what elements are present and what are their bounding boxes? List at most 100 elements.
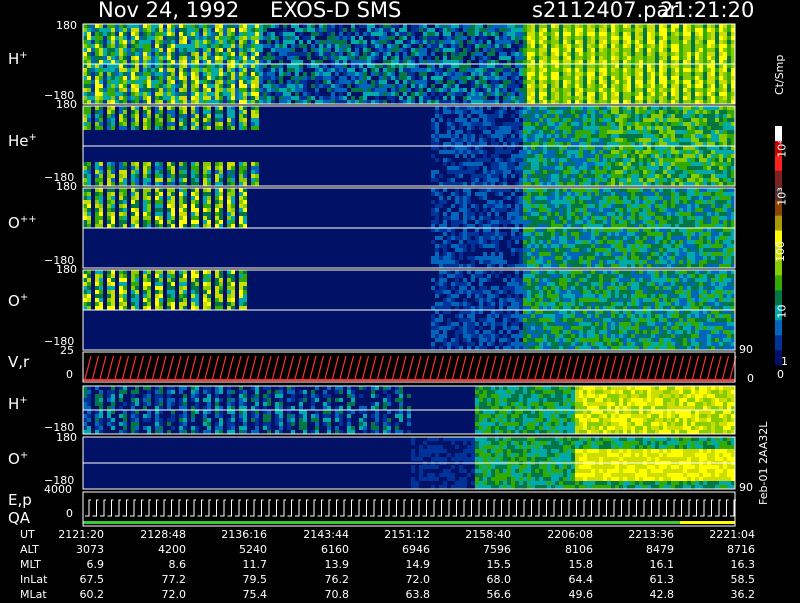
count-cell	[639, 110, 643, 114]
count-cell	[335, 44, 339, 48]
count-cell	[671, 40, 675, 44]
count-cell	[611, 138, 615, 142]
count-cell	[559, 24, 563, 28]
count-cell	[583, 44, 587, 48]
count-cell	[547, 182, 551, 186]
count-cell	[699, 92, 703, 96]
count-cell	[339, 100, 343, 104]
count-cell	[219, 68, 223, 72]
count-cell	[143, 166, 147, 170]
count-cell	[527, 154, 531, 158]
count-cell	[231, 220, 235, 224]
count-cell	[535, 138, 539, 142]
count-cell	[687, 154, 691, 158]
count-cell	[683, 126, 687, 130]
count-cell	[219, 100, 223, 104]
count-cell	[711, 118, 715, 122]
count-cell	[587, 76, 591, 80]
count-cell	[451, 44, 455, 48]
count-cell	[667, 84, 671, 88]
count-cell	[703, 96, 707, 100]
count-cell	[695, 84, 699, 88]
count-cell	[599, 80, 603, 84]
count-cell	[87, 122, 91, 126]
count-cell	[559, 178, 563, 182]
count-cell	[619, 92, 623, 96]
count-cell	[551, 170, 555, 174]
count-cell	[699, 24, 703, 28]
count-cell	[639, 106, 643, 110]
count-cell	[511, 158, 515, 162]
count-cell	[83, 166, 87, 170]
count-cell	[615, 114, 619, 118]
count-cell	[615, 28, 619, 32]
count-cell	[339, 96, 343, 100]
count-cell	[231, 110, 235, 114]
count-cell	[383, 64, 387, 68]
count-cell	[467, 68, 471, 72]
count-cell	[627, 32, 631, 36]
count-cell	[219, 170, 223, 174]
count-cell	[379, 24, 383, 28]
count-cell	[251, 52, 255, 56]
count-cell	[711, 36, 715, 40]
count-cell	[727, 138, 731, 142]
count-cell	[427, 44, 431, 48]
count-cell	[639, 130, 643, 134]
count-cell	[155, 32, 159, 36]
count-cell	[551, 166, 555, 170]
count-cell	[587, 118, 591, 122]
count-cell	[179, 36, 183, 40]
count-cell	[163, 60, 167, 64]
count-cell	[703, 138, 707, 142]
count-cell	[435, 126, 439, 130]
count-cell	[671, 134, 675, 138]
count-cell	[527, 96, 531, 100]
count-cell	[451, 170, 455, 174]
count-cell	[179, 162, 183, 166]
count-cell	[379, 72, 383, 76]
count-cell	[503, 44, 507, 48]
count-cell	[179, 204, 183, 208]
count-cell	[671, 182, 675, 186]
count-cell	[463, 76, 467, 80]
count-cell	[603, 32, 607, 36]
count-cell	[551, 24, 555, 28]
count-cell	[91, 80, 95, 84]
count-cell	[235, 96, 239, 100]
count-cell	[199, 32, 203, 36]
count-cell	[475, 142, 479, 146]
count-cell	[207, 76, 211, 80]
count-cell	[703, 48, 707, 52]
count-cell	[195, 170, 199, 174]
count-cell	[323, 96, 327, 100]
count-cell	[251, 162, 255, 166]
count-cell	[431, 212, 435, 216]
count-cell	[683, 84, 687, 88]
count-cell	[631, 72, 635, 76]
count-cell	[171, 178, 175, 182]
count-cell	[559, 118, 563, 122]
count-cell	[163, 68, 167, 72]
count-cell	[687, 36, 691, 40]
count-cell	[239, 118, 243, 122]
count-cell	[279, 76, 283, 80]
count-cell	[483, 68, 487, 72]
count-cell	[255, 44, 259, 48]
count-cell	[323, 52, 327, 56]
count-cell	[415, 88, 419, 92]
count-cell	[199, 28, 203, 32]
count-cell	[479, 106, 483, 110]
count-cell	[143, 56, 147, 60]
count-cell	[647, 40, 651, 44]
count-cell	[371, 52, 375, 56]
count-cell	[559, 36, 563, 40]
count-cell	[647, 100, 651, 104]
count-cell	[627, 142, 631, 146]
count-cell	[671, 178, 675, 182]
count-cell	[391, 24, 395, 28]
count-cell	[367, 48, 371, 52]
count-cell	[435, 48, 439, 52]
count-cell	[363, 60, 367, 64]
count-cell	[623, 118, 627, 122]
